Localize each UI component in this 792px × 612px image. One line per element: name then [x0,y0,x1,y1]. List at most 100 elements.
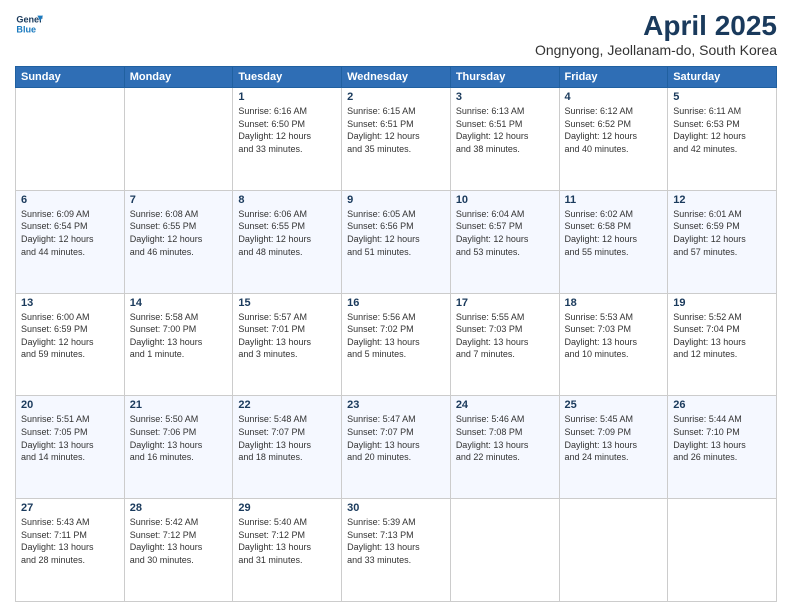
col-tuesday: Tuesday [233,67,342,88]
table-row: 25 Sunrise: 5:45 AM Sunset: 7:09 PM Dayli… [559,396,668,499]
calendar-week-1: 1 Sunrise: 6:16 AM Sunset: 6:50 PM Daylig… [16,88,777,191]
day-info: Sunrise: 5:56 AM Sunset: 7:02 PM Dayligh… [347,311,445,361]
main-title: April 2025 [535,10,777,42]
day-info: Sunrise: 5:44 AM Sunset: 7:10 PM Dayligh… [673,413,771,463]
day-number: 1 [238,91,336,103]
subtitle: Ongnyong, Jeollanam-do, South Korea [535,42,777,58]
table-row: 28 Sunrise: 5:42 AM Sunset: 7:12 PM Dayli… [124,499,233,602]
day-number: 2 [347,91,445,103]
calendar-header-row: Sunday Monday Tuesday Wednesday Thursday… [16,67,777,88]
day-number: 7 [130,194,228,206]
day-info: Sunrise: 6:16 AM Sunset: 6:50 PM Dayligh… [238,105,336,155]
col-thursday: Thursday [450,67,559,88]
day-info: Sunrise: 5:51 AM Sunset: 7:05 PM Dayligh… [21,413,119,463]
day-number: 30 [347,502,445,514]
col-saturday: Saturday [668,67,777,88]
day-info: Sunrise: 6:05 AM Sunset: 6:56 PM Dayligh… [347,208,445,258]
col-sunday: Sunday [16,67,125,88]
table-row: 17 Sunrise: 5:55 AM Sunset: 7:03 PM Dayli… [450,293,559,396]
col-monday: Monday [124,67,233,88]
table-row [668,499,777,602]
table-row: 1 Sunrise: 6:16 AM Sunset: 6:50 PM Daylig… [233,88,342,191]
day-number: 26 [673,399,771,411]
table-row: 11Sunrise: 6:02 AM Sunset: 6:58 PM Dayli… [559,190,668,293]
calendar-week-3: 13Sunrise: 6:00 AM Sunset: 6:59 PM Dayli… [16,293,777,396]
day-info: Sunrise: 6:13 AM Sunset: 6:51 PM Dayligh… [456,105,554,155]
day-info: Sunrise: 5:53 AM Sunset: 7:03 PM Dayligh… [565,311,663,361]
table-row: 10 Sunrise: 6:04 AM Sunset: 6:57 PM Dayli… [450,190,559,293]
day-info: Sunrise: 5:43 AM Sunset: 7:11 PM Dayligh… [21,516,119,566]
day-info: Sunrise: 6:01 AM Sunset: 6:59 PM Dayligh… [673,208,771,258]
day-number: 3 [456,91,554,103]
table-row [450,499,559,602]
day-info: Sunrise: 6:11 AM Sunset: 6:53 PM Dayligh… [673,105,771,155]
day-number: 21 [130,399,228,411]
day-info: Sunrise: 6:09 AM Sunset: 6:54 PM Dayligh… [21,208,119,258]
day-info: Sunrise: 5:48 AM Sunset: 7:07 PM Dayligh… [238,413,336,463]
svg-text:Blue: Blue [16,24,36,34]
day-info: Sunrise: 6:02 AM Sunset: 6:58 PM Dayligh… [565,208,663,258]
day-info: Sunrise: 6:04 AM Sunset: 6:57 PM Dayligh… [456,208,554,258]
day-number: 10 [456,194,554,206]
table-row: 12 Sunrise: 6:01 AM Sunset: 6:59 PM Dayli… [668,190,777,293]
header: General Blue April 2025 Ongnyong, Jeolla… [15,10,777,58]
day-info: Sunrise: 6:06 AM Sunset: 6:55 PM Dayligh… [238,208,336,258]
calendar-week-5: 27 Sunrise: 5:43 AM Sunset: 7:11 PM Dayli… [16,499,777,602]
day-number: 19 [673,297,771,309]
table-row: 24Sunrise: 5:46 AM Sunset: 7:08 PM Dayli… [450,396,559,499]
day-number: 12 [673,194,771,206]
day-number: 5 [673,91,771,103]
table-row: 15Sunrise: 5:57 AM Sunset: 7:01 PM Dayli… [233,293,342,396]
day-info: Sunrise: 5:42 AM Sunset: 7:12 PM Dayligh… [130,516,228,566]
day-number: 6 [21,194,119,206]
table-row: 29 Sunrise: 5:40 AM Sunset: 7:12 PM Dayli… [233,499,342,602]
day-info: Sunrise: 6:12 AM Sunset: 6:52 PM Dayligh… [565,105,663,155]
day-number: 29 [238,502,336,514]
table-row [559,499,668,602]
day-info: Sunrise: 6:08 AM Sunset: 6:55 PM Dayligh… [130,208,228,258]
table-row: 16Sunrise: 5:56 AM Sunset: 7:02 PM Dayli… [342,293,451,396]
day-number: 9 [347,194,445,206]
table-row: 5 Sunrise: 6:11 AM Sunset: 6:53 PM Daylig… [668,88,777,191]
day-number: 14 [130,297,228,309]
table-row: 27 Sunrise: 5:43 AM Sunset: 7:11 PM Dayli… [16,499,125,602]
day-number: 13 [21,297,119,309]
day-number: 8 [238,194,336,206]
table-row: 26 Sunrise: 5:44 AM Sunset: 7:10 PM Dayli… [668,396,777,499]
day-number: 4 [565,91,663,103]
table-row: 18Sunrise: 5:53 AM Sunset: 7:03 PM Dayli… [559,293,668,396]
day-info: Sunrise: 5:46 AM Sunset: 7:08 PM Dayligh… [456,413,554,463]
table-row: 22 Sunrise: 5:48 AM Sunset: 7:07 PM Dayli… [233,396,342,499]
day-number: 25 [565,399,663,411]
logo-icon: General Blue [15,10,43,38]
title-block: April 2025 Ongnyong, Jeollanam-do, South… [535,10,777,58]
table-row: 13Sunrise: 6:00 AM Sunset: 6:59 PM Dayli… [16,293,125,396]
table-row: 19Sunrise: 5:52 AM Sunset: 7:04 PM Dayli… [668,293,777,396]
day-info: Sunrise: 5:45 AM Sunset: 7:09 PM Dayligh… [565,413,663,463]
day-info: Sunrise: 5:55 AM Sunset: 7:03 PM Dayligh… [456,311,554,361]
day-info: Sunrise: 5:39 AM Sunset: 7:13 PM Dayligh… [347,516,445,566]
calendar-week-4: 20 Sunrise: 5:51 AM Sunset: 7:05 PM Dayli… [16,396,777,499]
day-number: 28 [130,502,228,514]
table-row [16,88,125,191]
table-row: 4 Sunrise: 6:12 AM Sunset: 6:52 PM Daylig… [559,88,668,191]
table-row: 21Sunrise: 5:50 AM Sunset: 7:06 PM Dayli… [124,396,233,499]
table-row [124,88,233,191]
day-info: Sunrise: 5:40 AM Sunset: 7:12 PM Dayligh… [238,516,336,566]
day-number: 20 [21,399,119,411]
col-wednesday: Wednesday [342,67,451,88]
day-number: 22 [238,399,336,411]
logo: General Blue [15,10,43,38]
day-info: Sunrise: 5:58 AM Sunset: 7:00 PM Dayligh… [130,311,228,361]
table-row: 30 Sunrise: 5:39 AM Sunset: 7:13 PM Dayli… [342,499,451,602]
calendar-table: Sunday Monday Tuesday Wednesday Thursday… [15,66,777,602]
day-info: Sunrise: 5:47 AM Sunset: 7:07 PM Dayligh… [347,413,445,463]
table-row: 7 Sunrise: 6:08 AM Sunset: 6:55 PM Daylig… [124,190,233,293]
table-row: 3 Sunrise: 6:13 AM Sunset: 6:51 PM Daylig… [450,88,559,191]
day-info: Sunrise: 6:15 AM Sunset: 6:51 PM Dayligh… [347,105,445,155]
table-row: 6 Sunrise: 6:09 AM Sunset: 6:54 PM Daylig… [16,190,125,293]
table-row: 2 Sunrise: 6:15 AM Sunset: 6:51 PM Daylig… [342,88,451,191]
day-number: 17 [456,297,554,309]
day-number: 27 [21,502,119,514]
calendar-week-2: 6 Sunrise: 6:09 AM Sunset: 6:54 PM Daylig… [16,190,777,293]
